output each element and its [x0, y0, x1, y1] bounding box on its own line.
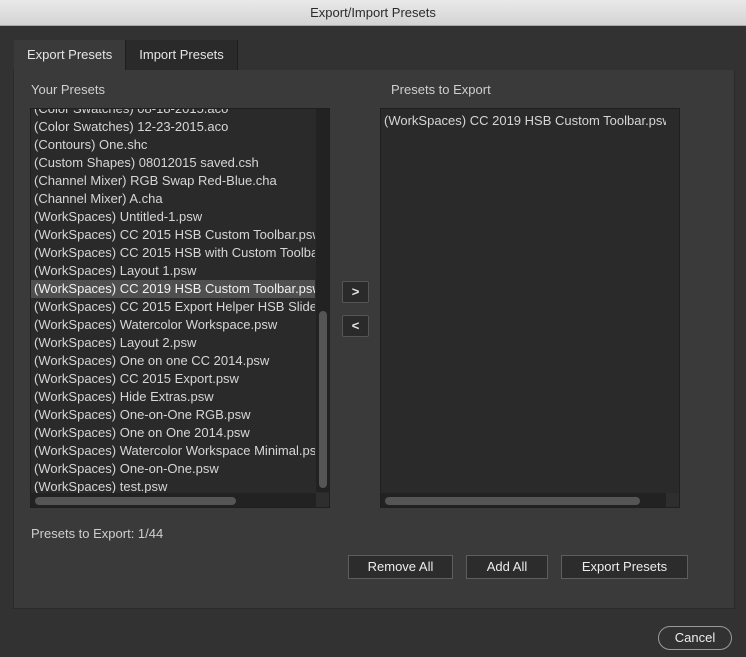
preset-list-item[interactable]: (WorkSpaces) CC 2019 HSB Custom Toolbar.… [31, 280, 315, 298]
preset-list-item[interactable]: (WorkSpaces) One on one CC 2014.psw [31, 352, 315, 370]
your-presets-label: Your Presets [31, 82, 105, 97]
remove-from-export-button[interactable]: < [342, 315, 369, 337]
your-presets-horizontal-scrollbar[interactable] [31, 493, 316, 507]
tab-bar: Export Presets Import Presets [14, 40, 238, 70]
remove-all-button[interactable]: Remove All [348, 555, 453, 579]
cancel-button[interactable]: Cancel [658, 626, 732, 650]
preset-list-item[interactable]: (WorkSpaces) One on One 2014.psw [31, 424, 315, 442]
preset-list-item[interactable]: (Channel Mixer) RGB Swap Red-Blue.cha [31, 172, 315, 190]
preset-list-item[interactable]: (WorkSpaces) Untitled-1.psw [31, 208, 315, 226]
preset-list-item[interactable]: (WorkSpaces) Hide Extras.psw [31, 388, 315, 406]
preset-list-item[interactable]: (WorkSpaces) Watercolor Workspace.psw [31, 316, 315, 334]
your-presets-list[interactable]: (Color Swatches) 08-18-2015.aco (Color S… [30, 108, 330, 508]
horizontal-scroll-thumb[interactable] [385, 497, 640, 505]
vertical-scroll-thumb[interactable] [319, 311, 327, 488]
preset-list-item[interactable]: (Contours) One.shc [31, 136, 315, 154]
presets-to-export-label: Presets to Export [391, 82, 491, 97]
preset-list-item[interactable]: (Custom Shapes) 08012015 saved.csh [31, 154, 315, 172]
add-to-export-button[interactable]: > [342, 281, 369, 303]
preset-list-item[interactable]: (WorkSpaces) Layout 2.psw [31, 334, 315, 352]
export-rows: (WorkSpaces) CC 2019 HSB Custom Toolbar.… [381, 112, 666, 130]
tab-export-presets[interactable]: Export Presets [14, 40, 127, 70]
list-item-partial[interactable]: (Color Swatches) 08-18-2015.aco [31, 109, 315, 118]
scroll-corner [316, 493, 329, 507]
preset-list-item[interactable]: (WorkSpaces) One-on-One.psw [31, 460, 315, 478]
add-all-button[interactable]: Add All [466, 555, 548, 579]
preset-list-item[interactable]: (WorkSpaces) CC 2015 Export.psw [31, 370, 315, 388]
preset-list-item[interactable]: (WorkSpaces) Layout 1.psw [31, 262, 315, 280]
preset-list-item[interactable]: (Color Swatches) 12-23-2015.aco [31, 118, 315, 136]
window-title: Export/Import Presets [0, 0, 746, 26]
your-presets-rows: (Color Swatches) 08-18-2015.aco (Color S… [31, 109, 315, 496]
scroll-corner [666, 493, 679, 507]
preset-list-item[interactable]: (WorkSpaces) Watercolor Workspace Minima… [31, 442, 315, 460]
presets-count-status: Presets to Export: 1/44 [31, 526, 164, 541]
export-horizontal-scrollbar[interactable] [381, 493, 666, 507]
export-list-item[interactable]: (WorkSpaces) CC 2019 HSB Custom Toolbar.… [381, 112, 666, 130]
preset-list-item[interactable]: (WorkSpaces) CC 2015 HSB Custom Toolbar.… [31, 226, 315, 244]
presets-to-export-list[interactable]: (WorkSpaces) CC 2019 HSB Custom Toolbar.… [380, 108, 680, 508]
export-presets-button[interactable]: Export Presets [561, 555, 688, 579]
preset-list-item[interactable]: (WorkSpaces) CC 2015 HSB with Custom Too… [31, 244, 315, 262]
preset-list-item[interactable]: (WorkSpaces) CC 2015 Export Helper HSB S… [31, 298, 315, 316]
your-presets-vertical-scrollbar[interactable] [316, 109, 329, 492]
preset-list-item[interactable]: (Channel Mixer) A.cha [31, 190, 315, 208]
tab-import-presets[interactable]: Import Presets [126, 40, 238, 70]
horizontal-scroll-thumb[interactable] [35, 497, 236, 505]
preset-list-item[interactable]: (WorkSpaces) One-on-One RGB.psw [31, 406, 315, 424]
